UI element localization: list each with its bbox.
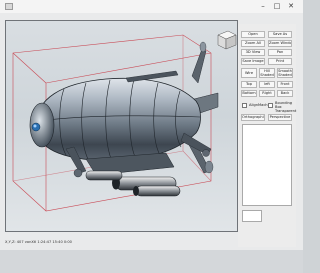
bottom-view-button[interactable]: Bottom <box>241 90 257 97</box>
app-icon <box>5 3 13 10</box>
pan-button[interactable]: Pan <box>268 49 292 56</box>
option-row: AlignMachine Bounding Box Transparent <box>242 101 297 113</box>
hill-shaded-button[interactable]: Hill Shaded <box>259 68 275 78</box>
bounding-box-checkbox[interactable] <box>268 103 273 108</box>
zoom-all-button[interactable]: Zoom All <box>241 40 265 47</box>
color-swatch[interactable] <box>242 210 262 222</box>
close-button[interactable]: ✕ <box>286 2 296 11</box>
model-scene <box>12 30 237 212</box>
top-view-button[interactable]: Top <box>241 81 257 88</box>
zoom-window-button[interactable]: Zoom Window <box>268 40 292 47</box>
right-view-button[interactable]: Right <box>259 90 275 97</box>
bounding-box-label: Bounding Box Transparent <box>275 101 297 113</box>
3d-viewport[interactable] <box>5 20 238 232</box>
wire-button[interactable]: Wire <box>241 68 257 78</box>
smooth-shaded-button[interactable]: Smooth Shaded <box>277 68 293 78</box>
front-view-button[interactable]: Front <box>277 81 293 88</box>
title-bar: – □ ✕ <box>0 0 303 13</box>
app-window: – □ ✕ Open Save As Zoom All Zoom Windo 3… <box>0 0 303 273</box>
orthographic-button[interactable]: Orthographic <box>241 114 265 121</box>
bottom-strip <box>0 250 303 273</box>
info-list[interactable] <box>242 124 292 206</box>
back-view-button[interactable]: Back <box>277 90 293 97</box>
command-panel: Open Save As Zoom All Zoom Window 3D Vie… <box>238 24 296 247</box>
status-bar: X,Y,Z: 407 vonXtl 1:24:47 15:40 0:00 <box>5 240 72 244</box>
maximize-button[interactable]: □ <box>272 2 282 11</box>
save-as-button[interactable]: Save As <box>268 31 292 38</box>
print-button[interactable]: Print <box>268 58 292 65</box>
3d-view-button[interactable]: 3D View <box>241 49 265 56</box>
open-button[interactable]: Open <box>241 31 265 38</box>
minimize-button[interactable]: – <box>258 2 268 11</box>
left-view-button[interactable]: left <box>259 81 275 88</box>
view-cube-icon <box>217 30 237 50</box>
perspective-button[interactable]: Perspective <box>268 114 292 121</box>
align-machine-checkbox[interactable] <box>242 103 247 108</box>
save-image-button[interactable]: Save Image <box>241 58 265 65</box>
